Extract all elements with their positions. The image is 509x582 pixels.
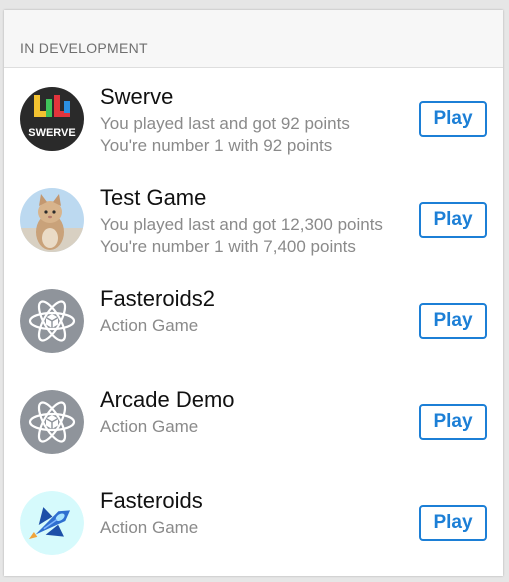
section-header: IN DEVELOPMENT	[4, 10, 503, 68]
game-last-score: You played last and got 12,300 points	[100, 215, 383, 234]
game-row-swerve[interactable]: SWERVE Swerve You played last and got 92…	[4, 68, 503, 169]
games-panel: IN DEVELOPMENT SWERVE Swerve You played …	[4, 10, 503, 576]
game-category: Action Game	[100, 417, 199, 436]
play-button[interactable]: Play	[419, 101, 487, 137]
swerve-logo-icon: SWERVE	[20, 87, 84, 151]
game-title: Arcade Demo	[100, 387, 235, 412]
atom-game-icon	[20, 289, 84, 353]
game-rank: You're number 1 with 92 points	[100, 136, 333, 155]
svg-text:SWERVE: SWERVE	[28, 127, 75, 139]
game-row-arcade-demo[interactable]: Arcade Demo Action Game Play	[4, 371, 503, 472]
game-category: Action Game	[100, 518, 199, 537]
atom-game-icon	[20, 390, 84, 454]
spaceship-icon	[20, 491, 84, 555]
game-title: Swerve	[100, 84, 174, 109]
play-button[interactable]: Play	[419, 202, 487, 238]
game-title: Test Game	[100, 185, 207, 210]
game-category: Action Game	[100, 316, 199, 335]
game-row-fasteroids2[interactable]: Fasteroids2 Action Game Play	[4, 270, 503, 371]
game-rank: You're number 1 with 7,400 points	[100, 237, 356, 256]
play-button[interactable]: Play	[419, 505, 487, 541]
kitten-icon	[20, 188, 84, 252]
game-title: Fasteroids2	[100, 286, 215, 311]
game-row-test-game[interactable]: Test Game You played last and got 12,300…	[4, 169, 503, 270]
play-button[interactable]: Play	[419, 404, 487, 440]
game-row-fasteroids[interactable]: Fasteroids Action Game Play	[4, 472, 503, 573]
play-button[interactable]: Play	[419, 303, 487, 339]
section-title: IN DEVELOPMENT	[20, 40, 148, 56]
game-last-score: You played last and got 92 points	[100, 114, 350, 133]
game-title: Fasteroids	[100, 488, 203, 513]
